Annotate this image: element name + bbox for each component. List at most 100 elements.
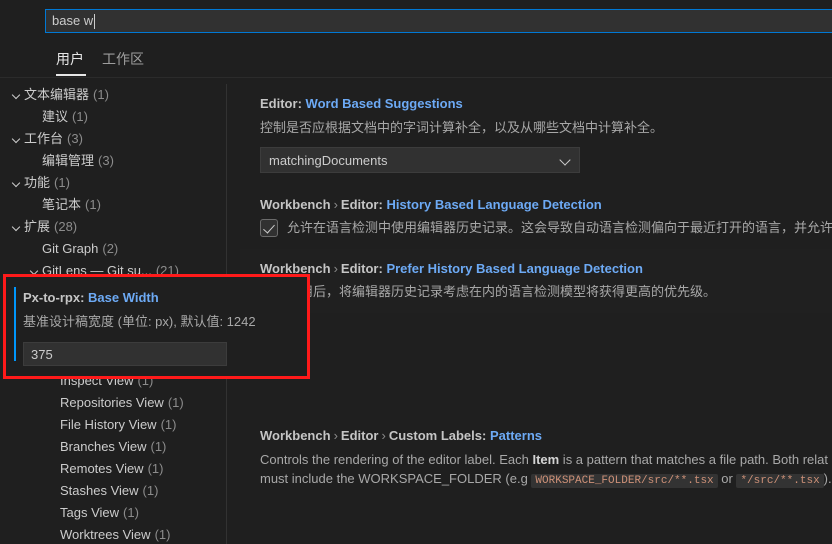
toc-item[interactable]: Git Graph (2) [0,238,226,260]
breadcrumb-separator: › [333,197,338,212]
toc-item[interactable]: File History View (1) [0,414,226,436]
setting-category: Workbench [260,428,331,443]
setting-history-based-language-detection[interactable]: Workbench › Editor: History Based Language… [240,185,832,249]
toc-item-label: 编辑管理 [42,153,95,168]
toc-item[interactable]: 功能 (1) [0,172,226,194]
history-based-language-detection-checkbox[interactable] [260,219,278,237]
toc-item-count: (1) [85,197,101,212]
toc-item[interactable]: 扩展 (28) [0,216,226,238]
setting-separator: : [378,261,383,276]
highlight-spacer [240,313,832,420]
toc-item-label: Branches View [60,439,147,454]
chevron-down-icon [559,154,571,166]
toc-item[interactable]: Remotes View (1) [0,458,226,480]
text-caret [94,13,96,29]
setting-description: 启用后，将编辑器历史记录考虑在内的语言检测模型将获得更高的优先级。 [287,284,717,299]
desc-bold-item: Item [532,452,560,467]
toc-item-count: (28) [54,219,78,234]
desc-text-3: must include the WORKSPACE_FOLDER (e.g [260,471,532,486]
toc-item[interactable]: Stashes View (1) [0,480,226,502]
setting-category: Workbench [260,197,331,212]
tab-workspace[interactable]: 工作区 [102,46,146,76]
desc-text-1: Controls the rendering of the editor lab… [260,452,533,467]
setting-separator: : [80,290,85,305]
desc-text-2: is a pattern that matches a file path. B… [559,452,829,467]
desc-code-2: */src/**.tsx [736,474,824,488]
search-input-value: base w [52,13,94,28]
setting-checkbox-row[interactable]: 启用后，将编辑器历史记录考虑在内的语言检测模型将获得更高的优先级。 [260,283,832,301]
setting-subcategory: Editor [340,261,379,276]
chevron-down-icon[interactable] [10,216,24,238]
setting-description: 控制是否应根据文档中的字词计算补全，以及从哪些文档中计算补全。 [260,120,664,135]
settings-list: Editor: Word Based Suggestions 控制是否应根据文档… [240,84,832,544]
toc-item-count: (3) [67,131,83,146]
toc-item[interactable]: 工作台 (3) [0,128,226,150]
toc-item-count: (1) [142,483,159,498]
toc-item-count: (1) [123,505,139,520]
breadcrumb-separator: › [381,428,386,443]
toc-item-label: Remotes View [60,461,144,476]
desc-text-5: ). Absolu [823,471,832,486]
toc-item[interactable]: 笔记本 (1) [0,194,226,216]
toc-item-count: (1) [167,395,184,410]
toc-item[interactable]: Worktrees View (1) [0,524,226,544]
toc-item-label: File History View [60,417,157,432]
setting-description: 基准设计稿宽度 (单位: px), 默认值: 1242 [23,314,256,329]
toc-item[interactable]: 建议 (1) [0,106,226,128]
toc-item[interactable]: 文本编辑器 (1) [0,84,226,106]
toc-item-label: 笔记本 [42,197,82,212]
setting-word-based-suggestions[interactable]: Editor: Word Based Suggestions 控制是否应根据文档… [240,84,832,185]
toc-item-count: (2) [102,241,119,256]
toc-item-label: 功能 [24,175,51,190]
toc-item-count: (1) [160,417,177,432]
setting-description: 允许在语言检测中使用编辑器历史记录。这会导致自动语言检测偏向于最近打开的语言，并… [287,220,832,235]
toc-item-label: 文本编辑器 [24,87,90,102]
setting-separator: : [482,428,487,443]
chevron-down-icon[interactable] [10,84,24,106]
setting-checkbox-row[interactable]: 允许在语言检测中使用编辑器历史记录。这会导致自动语言检测偏向于最近打开的语言，并… [260,219,832,237]
setting-subcategory: Editor [340,428,379,443]
chevron-down-icon[interactable] [10,172,24,194]
setting-name: Prefer History Based Language Detection [386,261,643,276]
setting-px-to-rpx-base-width-highlighted[interactable]: Px-to-rpx: Base Width 基准设计稿宽度 (单位: px), … [3,274,310,379]
setting-title: Editor: Word Based Suggestions [260,96,832,111]
toc-item-count: (1) [54,175,70,190]
toc-item[interactable]: Tags View (1) [0,502,226,524]
search-input[interactable]: base w [45,9,832,33]
tab-user[interactable]: 用户 [56,46,86,76]
toc-item-count: (3) [98,153,114,168]
toc-item[interactable]: Repositories View (1) [0,392,226,414]
toc-item-label: Worktrees View [60,527,151,542]
desc-code-1: WORKSPACE_FOLDER/src/**.tsx [531,474,718,488]
word-based-suggestions-dropdown[interactable]: matchingDocuments [260,147,580,173]
setting-category: Px-to-rpx [23,290,81,305]
breadcrumb-separator: › [333,428,338,443]
toc-item-label: Repositories View [60,395,164,410]
chevron-down-icon[interactable] [10,128,24,150]
setting-separator: : [378,197,383,212]
dropdown-value: matchingDocuments [269,152,388,168]
base-width-input[interactable]: 375 [23,342,227,366]
setting-description: Controls the rendering of the editor lab… [260,450,832,491]
base-width-input-value: 375 [31,346,53,362]
setting-custom-labels-patterns[interactable]: Workbench › Editor › Custom Labels: Patterns… [240,420,832,503]
setting-name: Base Width [88,290,159,305]
toc-item-count: (1) [154,527,171,542]
toc-item-label: Git Graph [42,241,99,256]
toc-item-label: 工作台 [24,131,64,146]
desc-text-4: or [717,471,737,486]
setting-prefer-history-based-language-detection[interactable]: Workbench › Editor: Prefer History Based L… [240,249,832,313]
setting-title: Px-to-rpx: Base Width [23,290,307,305]
toc-item[interactable]: 编辑管理 (3) [0,150,226,172]
modified-setting-indicator [14,287,16,361]
setting-name: Word Based Suggestions [305,96,463,111]
toc-item[interactable]: Branches View (1) [0,436,226,458]
settings-search-bar: base w [0,0,832,38]
